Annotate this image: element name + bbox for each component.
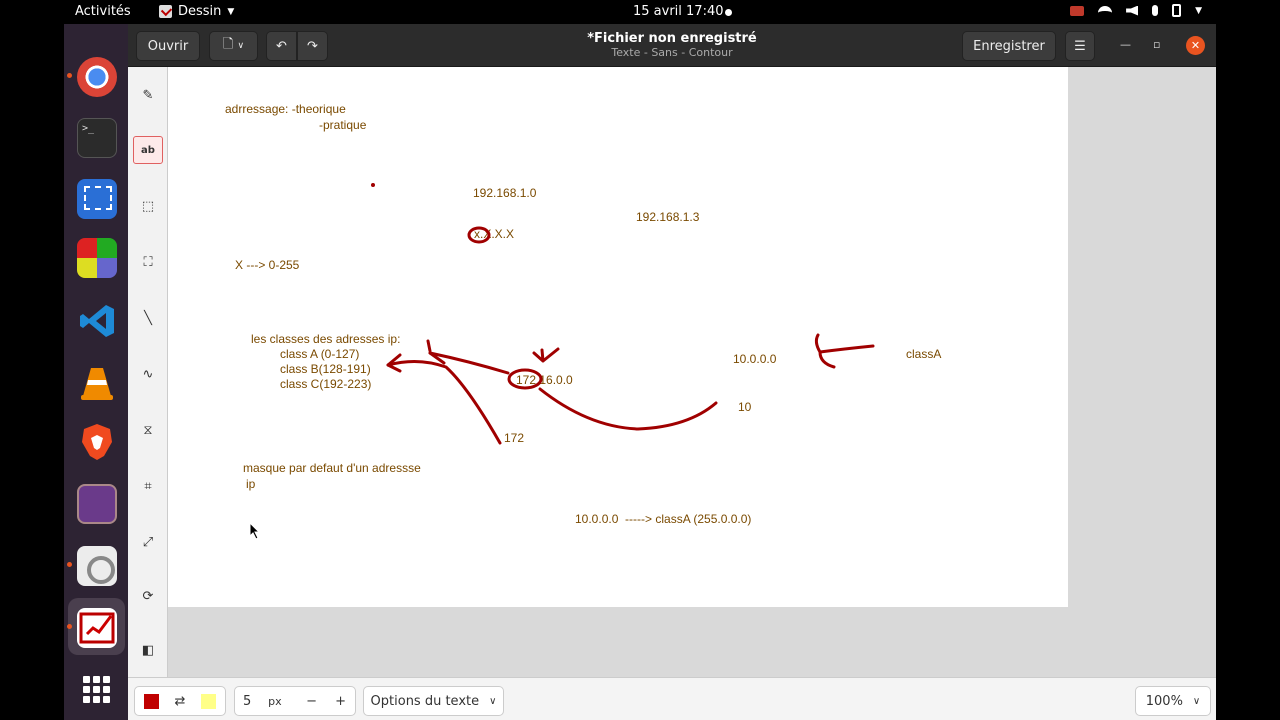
save-button[interactable]: Enregistrer bbox=[962, 31, 1056, 61]
header-bar: Ouvrir 🗋 ∨ ↶ ↷ *Fichier non enregistré T… bbox=[128, 24, 1216, 67]
exchange-colors-icon[interactable]: ⇄ bbox=[175, 694, 186, 709]
line-icon: ╲ bbox=[144, 310, 152, 326]
circle-mark bbox=[507, 368, 543, 390]
decrease-size-button[interactable]: − bbox=[297, 694, 326, 709]
dessin-window: Ouvrir 🗋 ∨ ↶ ↷ *Fichier non enregistré T… bbox=[128, 24, 1216, 720]
free-select-icon: ⛶ bbox=[143, 254, 153, 270]
curve-stroke bbox=[538, 387, 718, 431]
running-indicator bbox=[67, 73, 72, 78]
chevron-down-icon: ∨ bbox=[1192, 695, 1201, 707]
rotate-icon: ⟳ bbox=[142, 588, 154, 604]
running-indicator bbox=[67, 624, 72, 629]
dessin-app-icon bbox=[159, 5, 172, 18]
blocks-app-icon[interactable] bbox=[77, 238, 117, 278]
battery-icon bbox=[1172, 4, 1182, 17]
dessin-app-icon[interactable] bbox=[77, 608, 117, 648]
bottom-options-bar: ⇄ 5 px − + Options du texte ∨ 100% ∨ bbox=[128, 677, 1216, 720]
text-options-menu[interactable]: Options du texte ∨ bbox=[363, 686, 504, 716]
crop-icon: ⌗ bbox=[144, 478, 152, 494]
filters-tool[interactable]: ◧ bbox=[133, 636, 163, 664]
secondary-color-swatch[interactable] bbox=[201, 693, 217, 709]
scale-tool[interactable]: ⤢ bbox=[133, 528, 163, 556]
power-menu-icon[interactable]: ▼ bbox=[1195, 6, 1202, 16]
mouse-cursor-icon bbox=[249, 522, 261, 540]
chevron-down-icon: ▼ bbox=[227, 6, 235, 17]
text-options-label: Options du texte bbox=[370, 693, 480, 709]
screenshot-icon[interactable] bbox=[77, 179, 117, 219]
hamburger-menu-button[interactable]: ☰ bbox=[1065, 31, 1095, 61]
minimize-icon[interactable]: — bbox=[1120, 38, 1131, 51]
rect-select-tool[interactable]: ⬚ bbox=[133, 192, 163, 220]
pencil-tool[interactable]: ✎ bbox=[133, 81, 163, 109]
screen-record-icon[interactable] bbox=[1070, 5, 1085, 16]
system-tray[interactable]: ▼ bbox=[1070, 4, 1202, 17]
scale-icon: ⤢ bbox=[142, 534, 154, 550]
microphone-icon bbox=[1152, 5, 1159, 16]
line-tool[interactable]: ╲ bbox=[133, 304, 163, 332]
freehand-annotations bbox=[371, 183, 875, 445]
filters-icon: ◧ bbox=[141, 642, 155, 658]
menu-icon: ☰ bbox=[1074, 38, 1086, 54]
primary-color-swatch[interactable] bbox=[143, 693, 159, 709]
close-icon[interactable]: ✕ bbox=[1186, 36, 1205, 55]
show-apps-icon[interactable] bbox=[77, 670, 117, 710]
app-name: Dessin bbox=[178, 4, 222, 19]
arrow-stroke bbox=[814, 333, 875, 369]
volume-icon bbox=[1126, 5, 1139, 16]
canvas-area[interactable]: adrressage: -theorique -pratique 192.168… bbox=[168, 67, 1216, 677]
wifi-icon bbox=[1098, 5, 1113, 16]
chevron-down-icon: ∨ bbox=[489, 695, 497, 707]
dock: >_ bbox=[64, 24, 128, 720]
system-top-bar: Activités Dessin ▼ 15 avril 17:40 ▼ bbox=[0, 0, 1280, 24]
vscode-icon[interactable] bbox=[77, 301, 117, 341]
size-value[interactable]: 5 bbox=[243, 694, 268, 709]
app-menu[interactable]: Dessin ▼ bbox=[159, 4, 234, 19]
curve-tool[interactable]: ∿ bbox=[133, 360, 163, 388]
drawing-canvas[interactable]: adrressage: -theorique -pratique 192.168… bbox=[168, 67, 1068, 607]
color-selector[interactable]: ⇄ bbox=[134, 686, 226, 716]
text-tool[interactable]: ab bbox=[133, 136, 163, 164]
activities-button[interactable]: Activités bbox=[75, 4, 131, 19]
zoom-menu[interactable]: 100% ∨ bbox=[1135, 686, 1211, 716]
arrow-stroke bbox=[386, 360, 502, 445]
webcam-app-icon[interactable] bbox=[77, 484, 117, 524]
curve-icon: ∿ bbox=[142, 366, 154, 382]
arrow-head bbox=[426, 339, 446, 365]
running-indicator bbox=[67, 562, 72, 567]
free-select-tool[interactable]: ⛶ bbox=[133, 248, 163, 276]
vlc-icon[interactable] bbox=[77, 362, 117, 402]
tools-sidebar: ✎ ab ⬚ ⛶ ╲ ∿ ⧖ ⌗ ⤢ ⟳ ◧ bbox=[128, 67, 168, 677]
rotate-tool[interactable]: ⟳ bbox=[133, 582, 163, 610]
size-spinbutton[interactable]: 5 px − + bbox=[234, 686, 356, 716]
rect-select-icon: ⬚ bbox=[141, 198, 155, 214]
chrome-icon[interactable] bbox=[77, 57, 117, 97]
crop-tool[interactable]: ⌗ bbox=[133, 472, 163, 500]
increase-size-button[interactable]: + bbox=[326, 694, 355, 709]
terminal-icon[interactable]: >_ bbox=[77, 118, 117, 158]
brave-icon[interactable] bbox=[77, 422, 117, 462]
shape-tool[interactable]: ⧖ bbox=[133, 416, 163, 444]
arrow-head bbox=[532, 347, 560, 363]
shape-icon: ⧖ bbox=[143, 422, 153, 438]
clock[interactable]: 15 avril 17:40 bbox=[633, 4, 724, 19]
pencil-icon: ✎ bbox=[142, 87, 154, 103]
size-unit: px bbox=[268, 694, 282, 708]
settings-icon[interactable] bbox=[77, 546, 117, 586]
circle-mark bbox=[467, 226, 491, 244]
zoom-value: 100% bbox=[1145, 693, 1183, 709]
dot-mark bbox=[371, 183, 375, 187]
text-tool-icon: ab bbox=[141, 144, 155, 156]
maximize-icon[interactable]: ▫ bbox=[1153, 38, 1160, 51]
notification-dot-icon bbox=[725, 9, 732, 16]
